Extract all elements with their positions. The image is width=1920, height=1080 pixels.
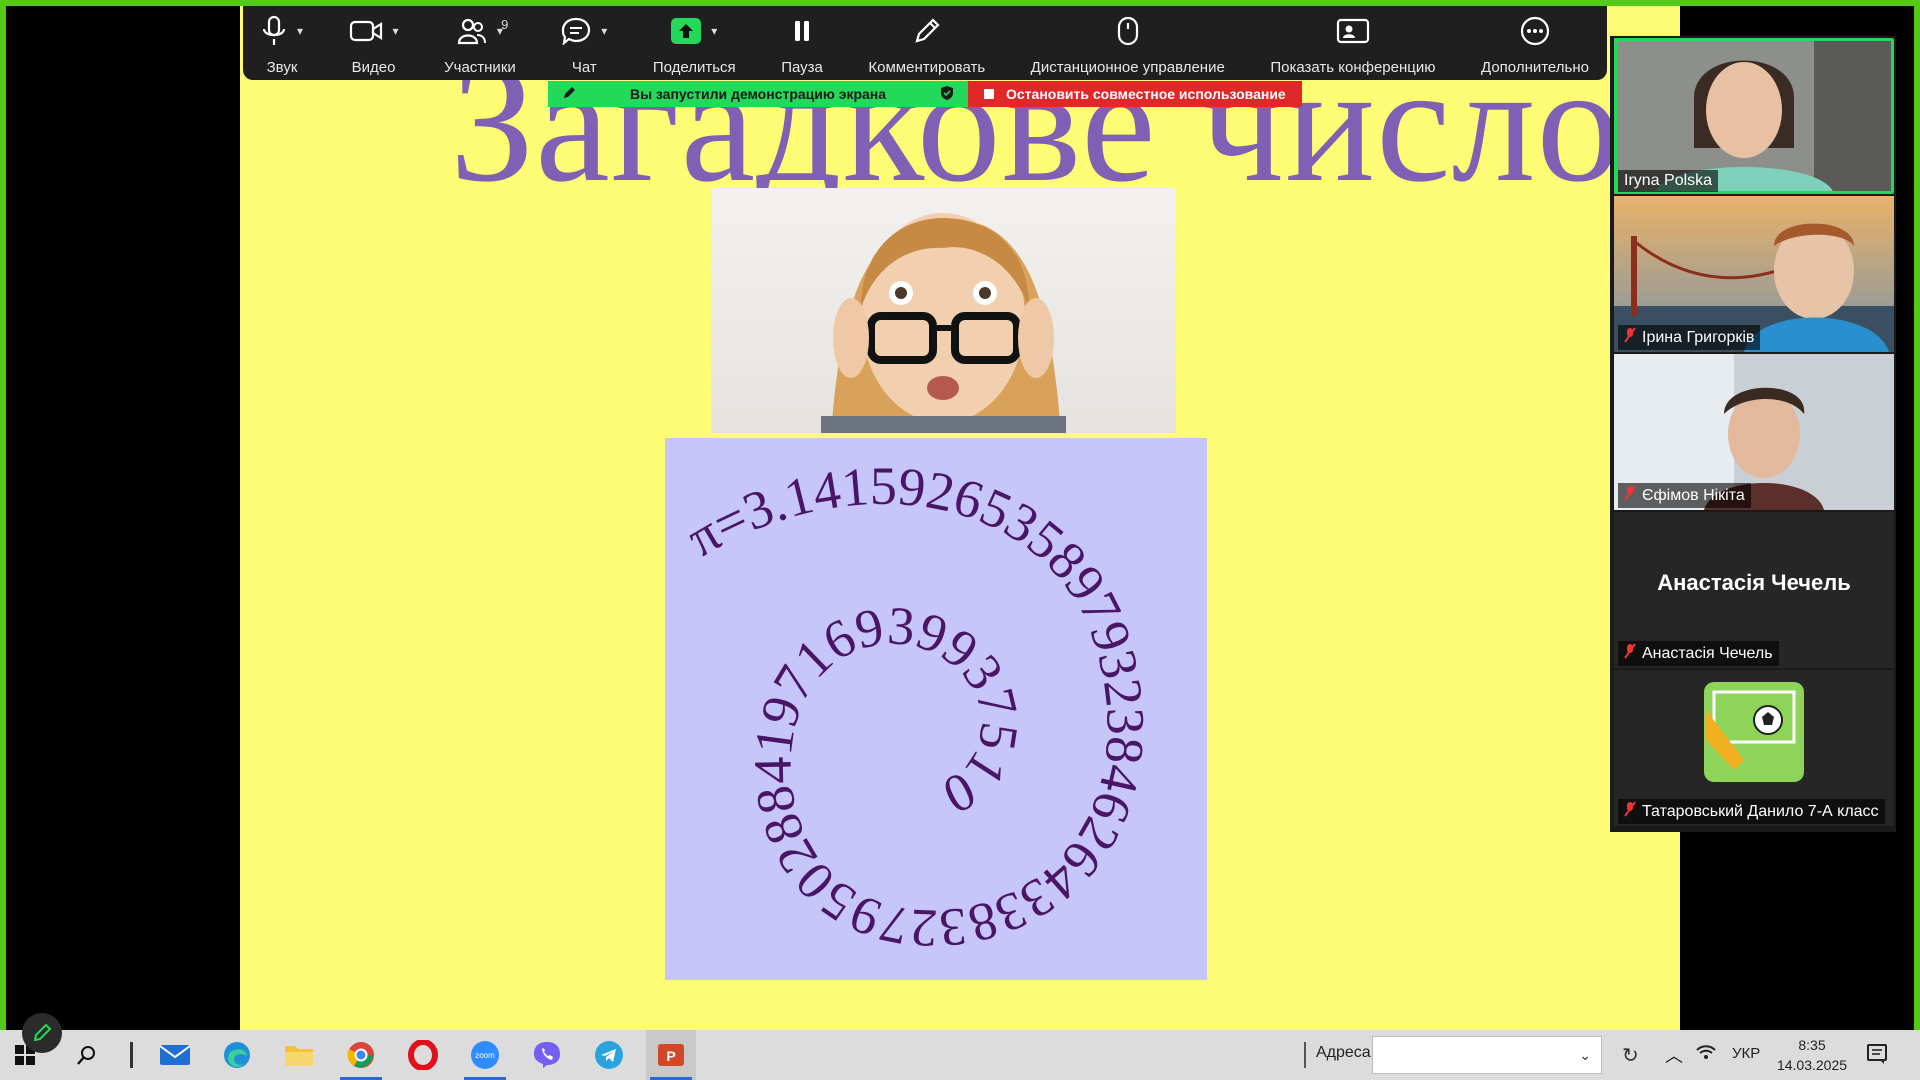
mouse-icon xyxy=(1117,16,1139,46)
participants-button[interactable]: ▾ 9 Участники xyxy=(438,9,522,76)
svg-text:P: P xyxy=(666,1048,675,1064)
stop-share-label: Остановить совместное использование xyxy=(1006,86,1286,102)
share-arrow-icon xyxy=(671,18,702,44)
show-hidden-icons-chevron-icon[interactable]: ︿ xyxy=(1665,1042,1683,1068)
meeting-toolbar: ▾ Звук ▾ Видео ▾ 9 Участники ▾ Чат ▾ Под… xyxy=(243,0,1607,80)
pause-icon xyxy=(792,19,812,43)
video-button[interactable]: ▾ Видео xyxy=(343,9,405,76)
participant-display-name: Анастасія Чечель xyxy=(1657,570,1851,595)
wifi-icon[interactable] xyxy=(1695,1042,1717,1067)
annotate-button[interactable]: Комментировать xyxy=(862,9,991,76)
stop-icon xyxy=(984,89,994,99)
pencil-icon xyxy=(913,17,941,45)
video-camera-icon xyxy=(349,19,383,43)
windows-taskbar: zoom P Адреса ⌄ ↻ ︿ УКР 8:35 14.03.2025 xyxy=(0,1030,1920,1080)
share-label: Поделиться xyxy=(652,59,736,76)
surprised-woman-photo xyxy=(711,188,1176,433)
clock-date: 14.03.2025 xyxy=(1776,1057,1848,1073)
participant-tile[interactable]: Iryna Polska xyxy=(1614,38,1894,194)
share-options-chevron-icon[interactable]: ▾ xyxy=(711,24,717,38)
pi-spiral-image: π=3.141592653589793238462643383279502884… xyxy=(665,438,1207,980)
participants-icon xyxy=(457,17,487,45)
system-clock[interactable]: 8:35 14.03.2025 xyxy=(1772,1035,1852,1075)
participant-tile[interactable]: Єфімов Нікіта xyxy=(1614,354,1894,510)
participants-label: Участники xyxy=(444,59,516,76)
telegram-app-icon[interactable] xyxy=(584,1030,634,1080)
floating-pen-button[interactable] xyxy=(22,1013,62,1053)
remote-control-label: Дистанционное управление xyxy=(1030,59,1225,76)
clock-time: 8:35 xyxy=(1798,1037,1826,1053)
edge-browser-icon[interactable] xyxy=(212,1030,262,1080)
show-conference-button[interactable]: Показать конференцию xyxy=(1264,9,1441,76)
audio-options-chevron-icon[interactable]: ▾ xyxy=(297,24,303,38)
participant-tile[interactable]: Анастасія Чечель Анастасія Чечель xyxy=(1614,512,1894,668)
video-options-chevron-icon[interactable]: ▾ xyxy=(393,24,399,38)
toolbar-divider xyxy=(1304,1042,1306,1068)
sharing-message: Вы запустили демонстрацию экрана xyxy=(629,86,887,102)
chat-button[interactable]: ▾ Чат xyxy=(555,9,613,76)
remote-control-button[interactable]: Дистанционное управление xyxy=(1025,9,1231,76)
participants-count: 9 xyxy=(501,17,509,32)
annotate-label: Комментировать xyxy=(868,59,986,76)
file-explorer-icon[interactable] xyxy=(274,1030,324,1080)
shield-icon xyxy=(940,85,954,104)
audio-label: Звук xyxy=(266,59,298,76)
conference-window-icon xyxy=(1336,18,1370,44)
stop-share-button[interactable]: Остановить совместное использование xyxy=(968,81,1302,107)
participant-gallery: Iryna Polska Ірина Григорків Єфімов Нікі… xyxy=(1610,36,1896,832)
opera-browser-icon[interactable] xyxy=(398,1030,448,1080)
refresh-icon[interactable]: ↻ xyxy=(1622,1043,1639,1068)
chrome-browser-icon[interactable] xyxy=(336,1030,386,1080)
chat-options-chevron-icon[interactable]: ▾ xyxy=(601,24,607,38)
chat-bubble-icon xyxy=(561,17,591,45)
chat-label: Чат xyxy=(571,59,597,76)
participant-name: Анастасія Чечель xyxy=(1618,641,1779,666)
sharing-status-bar[interactable]: Вы запустили демонстрацию экрана xyxy=(548,81,968,107)
participant-name: Єфімов Нікіта xyxy=(1618,483,1751,508)
language-indicator[interactable]: УКР xyxy=(1732,1045,1760,1062)
muted-microphone-icon xyxy=(1624,485,1636,506)
notification-center-icon[interactable] xyxy=(1866,1043,1888,1070)
address-input[interactable]: ⌄ xyxy=(1372,1036,1602,1074)
address-dropdown-chevron-icon[interactable]: ⌄ xyxy=(1579,1047,1591,1064)
more-label: Дополнительно xyxy=(1481,59,1589,76)
share-screen-button[interactable]: ▾ Поделиться xyxy=(647,9,742,76)
viber-app-icon[interactable] xyxy=(522,1030,572,1080)
address-toolbar-label: Адреса xyxy=(1316,1044,1371,1061)
participant-tile[interactable]: Татаровський Данило 7-А класс xyxy=(1614,670,1894,826)
powerpoint-app-icon[interactable]: P xyxy=(646,1030,696,1080)
draw-icon xyxy=(562,86,576,103)
participant-name: Ірина Григорків xyxy=(1618,325,1761,350)
muted-microphone-icon xyxy=(1624,801,1636,822)
microphone-icon xyxy=(261,15,287,47)
participant-tile[interactable]: Ірина Григорків xyxy=(1614,196,1894,352)
pen-icon xyxy=(33,1023,52,1042)
taskbar-divider xyxy=(124,1030,138,1080)
pi-digits-text: π=3.141592653589793238462643383279502884… xyxy=(677,456,1156,959)
zoom-app-icon[interactable]: zoom xyxy=(460,1030,510,1080)
audio-button[interactable]: ▾ Звук xyxy=(255,9,309,76)
show-conference-label: Показать конференцию xyxy=(1270,59,1436,76)
screen-sharing-banner: Вы запустили демонстрацию экрана Останов… xyxy=(548,81,1302,107)
pause-label: Пауза xyxy=(781,59,823,76)
pause-share-button[interactable]: Пауза xyxy=(775,9,829,76)
more-dots-icon xyxy=(1520,16,1550,46)
muted-microphone-icon xyxy=(1624,327,1636,348)
muted-microphone-icon xyxy=(1624,643,1636,664)
search-icon xyxy=(77,1046,95,1065)
video-label: Видео xyxy=(351,59,396,76)
svg-text:zoom: zoom xyxy=(475,1051,495,1060)
search-button[interactable] xyxy=(62,1030,112,1080)
mail-app-icon[interactable] xyxy=(150,1030,200,1080)
participant-name: Татаровський Данило 7-А класс xyxy=(1618,799,1885,824)
svg-text:π=3.14159265358979323846264338: π=3.141592653589793238462643383279502884… xyxy=(677,456,1156,959)
more-button[interactable]: Дополнительно xyxy=(1475,9,1595,76)
presentation-slide: Загадкове число π π=3.141592653589793238… xyxy=(240,0,1680,1030)
participant-name: Iryna Polska xyxy=(1618,170,1719,192)
